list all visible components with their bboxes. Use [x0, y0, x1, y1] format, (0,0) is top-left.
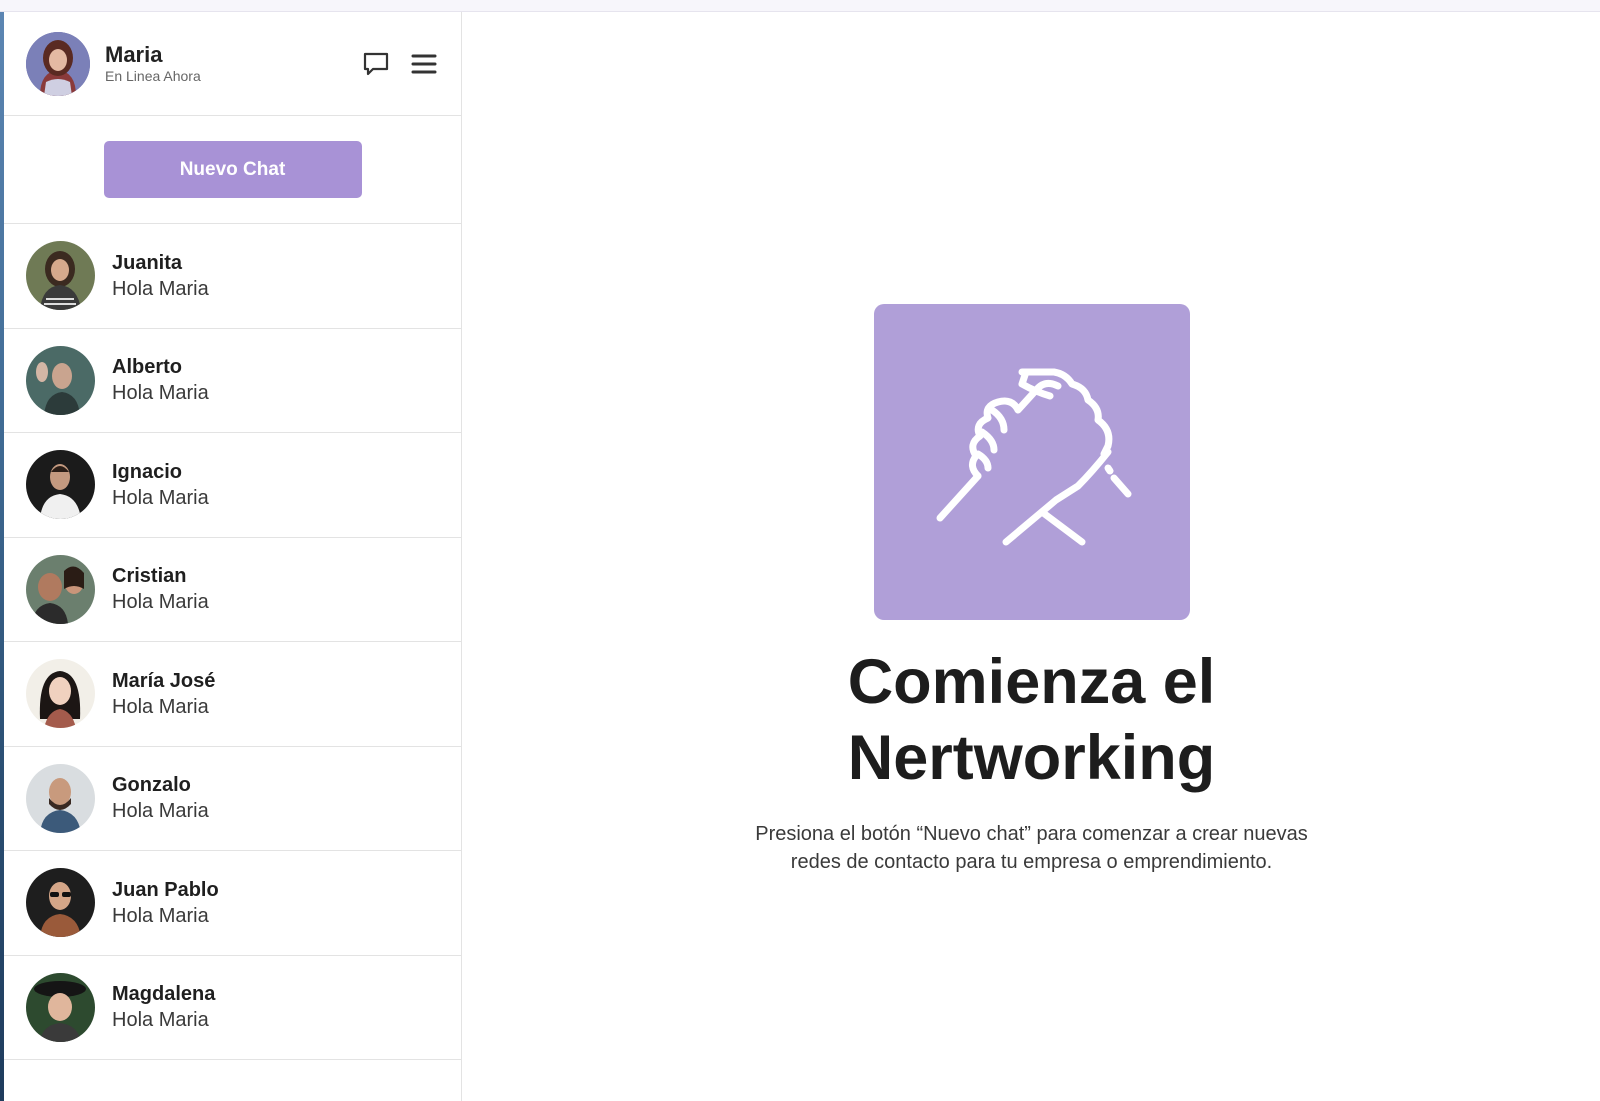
main-panel: Comienza el Nertworking Presiona el botó… — [463, 12, 1600, 1101]
contact-item[interactable]: Gonzalo Hola Maria — [4, 747, 461, 851]
contact-item[interactable]: Ignacio Hola Maria — [4, 433, 461, 538]
new-chat-section: Nuevo Chat — [4, 116, 461, 224]
contact-last-message: Hola Maria — [112, 591, 209, 614]
profile-header: Maria En Linea Ahora — [4, 12, 461, 116]
contact-avatar — [26, 450, 95, 520]
contact-avatar — [26, 868, 95, 938]
top-strip — [0, 0, 1600, 12]
contact-name: Alberto — [112, 356, 182, 379]
contact-avatar — [26, 972, 95, 1042]
user-name: Maria — [105, 42, 163, 67]
contact-item[interactable]: Alberto Hola Maria — [4, 329, 461, 433]
contact-last-message: Hola Maria — [112, 904, 209, 927]
contact-name: Ignacio — [112, 460, 183, 483]
contact-item[interactable]: María José Hola Maria — [4, 642, 461, 747]
contact-last-message: Hola Maria — [112, 277, 209, 300]
contact-item[interactable]: Juan Pablo Hola Maria — [4, 851, 461, 956]
contact-name: Juanita — [112, 251, 183, 274]
contact-avatar — [26, 345, 95, 415]
contact-avatar — [26, 554, 95, 624]
contact-avatar — [26, 241, 95, 311]
new-chat-button[interactable]: Nuevo Chat — [103, 141, 362, 198]
contact-name: Gonzalo — [112, 774, 191, 797]
empty-state-title: Comienza el Nertworking — [847, 647, 1216, 793]
chat-bubble-icon[interactable] — [361, 49, 391, 79]
contact-last-message: Hola Maria — [112, 382, 209, 405]
contact-avatar — [26, 763, 95, 833]
contact-last-message: Hola Maria — [112, 1009, 209, 1032]
contact-avatar — [26, 659, 95, 729]
contact-item[interactable]: Magdalena Hola Maria — [4, 956, 461, 1060]
empty-state: Comienza el Nertworking Presiona el botó… — [463, 304, 1600, 876]
empty-state-description: Presiona el botón “Nuevo chat” para come… — [755, 823, 1308, 873]
contact-last-message: Hola Maria — [112, 800, 209, 823]
sidebar: Maria En Linea Ahora Nuevo Chat Juanita … — [4, 12, 462, 1101]
hamburger-menu-icon[interactable] — [409, 49, 439, 79]
contact-item[interactable]: Cristian Hola Maria — [4, 538, 461, 642]
contact-name: Juan Pablo — [112, 878, 219, 901]
user-avatar[interactable] — [26, 31, 90, 96]
handshake-icon — [873, 304, 1190, 620]
contact-item[interactable]: Juanita Hola Maria — [4, 224, 461, 329]
contact-name: Cristian — [112, 565, 187, 588]
user-status: En Linea Ahora — [105, 68, 201, 84]
contact-last-message: Hola Maria — [112, 486, 209, 509]
contact-name: María José — [112, 669, 216, 692]
contact-list: Juanita Hola Maria Alberto Hola Maria Ig… — [4, 224, 461, 1060]
contact-last-message: Hola Maria — [112, 695, 209, 718]
contact-name: Magdalena — [112, 983, 216, 1006]
